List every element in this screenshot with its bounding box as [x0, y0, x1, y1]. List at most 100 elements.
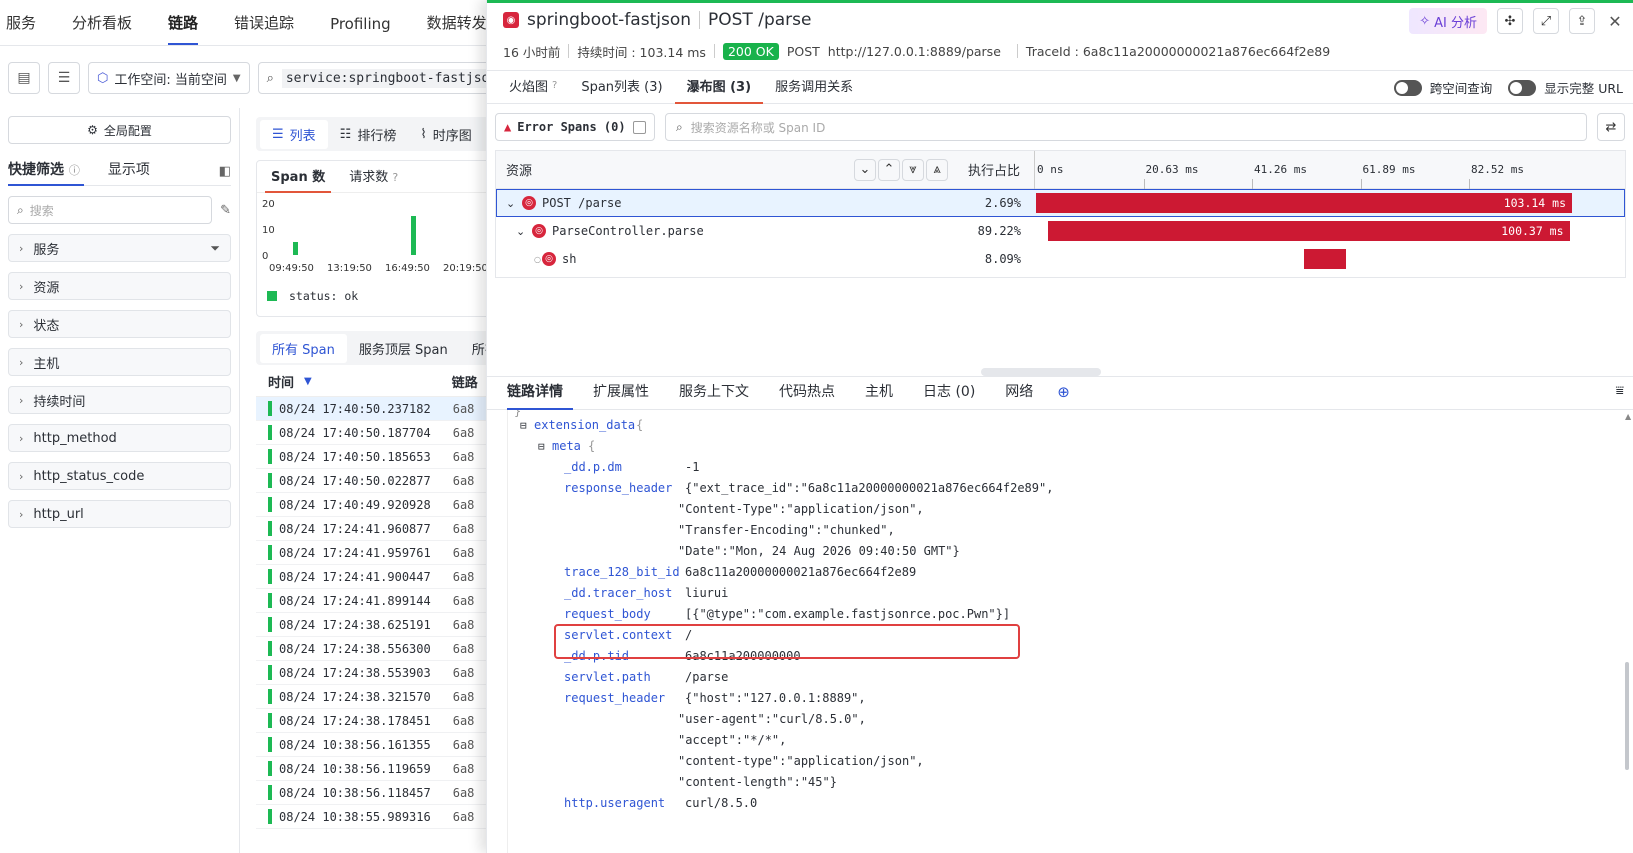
facet-duration[interactable]: › 持续时间: [8, 386, 231, 414]
table-row[interactable]: 08/24 17:24:41.960877 6a8: [256, 517, 490, 541]
full-url-toggle[interactable]: [1508, 79, 1537, 96]
tab-flamegraph[interactable]: 火焰图?: [497, 76, 569, 103]
tab-list[interactable]: ☰ 列表: [260, 119, 328, 149]
tab-request-count[interactable]: 请求数 ?: [343, 166, 404, 192]
table-row[interactable]: 08/24 17:24:38.625191 6a8: [256, 613, 490, 637]
table-row[interactable]: 08/24 17:40:50.022877 6a8: [256, 469, 490, 493]
expand-all-icon[interactable]: ⩔: [902, 158, 924, 181]
tab-all-spans[interactable]: 所有 Span: [260, 333, 347, 363]
table-row[interactable]: 08/24 10:38:55.989316 6a8: [256, 805, 490, 829]
topology-button[interactable]: ✣: [1497, 8, 1523, 34]
global-config-button[interactable]: ⚙ 全局配置: [8, 116, 231, 144]
facet-http-url[interactable]: › http_url: [8, 500, 231, 528]
facet-service[interactable]: › 服务 ⏷: [8, 234, 231, 262]
filter-clear-icon[interactable]: ⏷: [210, 241, 220, 256]
span-bar[interactable]: [1303, 249, 1346, 269]
add-tab-icon[interactable]: ⊕: [1053, 383, 1070, 409]
facet-resource[interactable]: › 资源: [8, 272, 231, 300]
nav-tab-data-forwarding[interactable]: 数据转发: [409, 12, 490, 45]
collapse-toggle-icon[interactable]: ⌄: [506, 197, 515, 210]
facet-http-status-code[interactable]: › http_status_code: [8, 462, 231, 490]
chart-bar[interactable]: [411, 216, 416, 255]
tab-ranking[interactable]: ☷ 排行榜: [328, 120, 409, 149]
span-bar[interactable]: 103.14 ms: [1036, 193, 1572, 213]
table-row[interactable]: 08/24 17:24:41.900447 6a8: [256, 565, 490, 589]
ai-analysis-button[interactable]: ✧ AI 分析: [1409, 8, 1487, 34]
table-row[interactable]: 08/24 17:40:49.920928 6a8: [256, 493, 490, 517]
filter-settings-button[interactable]: ⇄: [1597, 113, 1625, 141]
axis-tick: 41.26 ms: [1254, 163, 1307, 176]
table-row[interactable]: 08/24 17:24:38.321570 6a8: [256, 685, 490, 709]
save-query-button[interactable]: ▤: [8, 62, 40, 94]
tab-extended-attrs[interactable]: 扩展属性: [583, 381, 669, 409]
edit-icon[interactable]: ✎: [220, 203, 231, 218]
tab-service-map[interactable]: 服务调用关系: [763, 76, 865, 103]
chevron-up-icon[interactable]: ⌃: [878, 158, 900, 181]
detail-scrollbar[interactable]: ▲: [1623, 410, 1631, 853]
table-row[interactable]: 08/24 17:24:38.178451 6a8: [256, 709, 490, 733]
close-button[interactable]: ✕: [1605, 8, 1625, 34]
scroll-thumb[interactable]: [1625, 662, 1629, 770]
facet-search-input[interactable]: ⌕ 搜索: [8, 196, 213, 224]
nav-tab-traces[interactable]: 链路: [150, 12, 216, 45]
tab-waterfall[interactable]: 瀑布图 (3): [674, 76, 764, 104]
nav-tab-profiling[interactable]: Profiling: [312, 15, 409, 45]
tab-top-level-spans[interactable]: 服务顶层 Span: [347, 334, 460, 363]
span-bar[interactable]: 100.37 ms: [1047, 221, 1570, 241]
facet-http-method[interactable]: › http_method: [8, 424, 231, 452]
tab-display-items[interactable]: 显示项: [108, 159, 150, 185]
row-time: 08/24 17:24:41.960877: [279, 521, 431, 536]
fullscreen-button[interactable]: ⤢: [1533, 8, 1559, 34]
collapse-detail-icon[interactable]: ⩸: [1615, 383, 1624, 399]
table-row[interactable]: 08/24 17:40:50.187704 6a8: [256, 421, 490, 445]
tab-quick-filter[interactable]: 快捷筛选 ⓘ: [8, 159, 84, 186]
facet-status[interactable]: › 状态: [8, 310, 231, 338]
cross-workspace-toggle[interactable]: [1393, 79, 1422, 96]
nav-tab-services[interactable]: 服务: [0, 12, 54, 45]
tab-span-count[interactable]: Span 数: [265, 166, 332, 193]
span-search-input[interactable]: ⌕ 搜索资源名称或 Span ID: [665, 113, 1587, 141]
tab-code-hotspots[interactable]: 代码热点: [769, 381, 855, 409]
settings-button[interactable]: ☰: [48, 62, 80, 94]
tab-network[interactable]: 网络: [995, 381, 1053, 409]
table-row[interactable]: 08/24 17:24:41.899144 6a8: [256, 589, 490, 613]
collapse-icon[interactable]: ⊟: [538, 440, 545, 453]
error-spans-filter[interactable]: ▲ Error Spans (0): [495, 113, 655, 141]
query-search-input[interactable]: ⌕ service:springboot-fastjson: [257, 62, 490, 94]
sort-desc-icon[interactable]: ▼: [304, 376, 312, 387]
tab-service-context[interactable]: 服务上下文: [669, 381, 769, 409]
collapse-all-icon[interactable]: ⩓: [926, 158, 948, 181]
error-spans-checkbox[interactable]: [633, 120, 646, 134]
panel-resizer[interactable]: [981, 368, 1101, 376]
collapse-toggle-icon[interactable]: ⌄: [516, 225, 525, 238]
col-time[interactable]: 时间: [268, 372, 294, 391]
table-row[interactable]: 08/24 17:24:38.556300 6a8: [256, 637, 490, 661]
span-row[interactable]: ○ ◎ sh 8.09%: [496, 245, 1625, 273]
table-row[interactable]: 08/24 10:38:56.161355 6a8: [256, 733, 490, 757]
trace-id[interactable]: TraceId : 6a8c11a20000000021a876ec664f2e…: [1026, 44, 1330, 59]
tab-trace-detail[interactable]: 链路详情: [497, 381, 583, 410]
scroll-up-icon[interactable]: ▲: [1625, 412, 1631, 421]
col-trace[interactable]: 链路: [452, 372, 478, 391]
table-row[interactable]: 08/24 17:40:50.237182 6a8: [256, 397, 490, 421]
span-row[interactable]: ⌄ ◎ POST /parse 2.69% 103.14 ms: [496, 189, 1625, 217]
table-row[interactable]: 08/24 10:38:56.119659 6a8: [256, 757, 490, 781]
collapse-panel-icon[interactable]: ◧: [219, 164, 231, 179]
table-row[interactable]: 08/24 17:40:50.185653 6a8: [256, 445, 490, 469]
span-row[interactable]: ⌄ ◎ ParseController.parse 89.22% 100.37 ms: [496, 217, 1625, 245]
table-row[interactable]: 08/24 17:24:41.959761 6a8: [256, 541, 490, 565]
chevron-down-icon[interactable]: ⌄: [854, 158, 876, 181]
tab-logs[interactable]: 日志 (0): [913, 381, 995, 409]
workspace-select[interactable]: ⬡ 工作空间: 当前空间 ▼: [88, 62, 250, 94]
facet-host[interactable]: › 主机: [8, 348, 231, 376]
nav-tab-dashboards[interactable]: 分析看板: [54, 12, 150, 45]
table-row[interactable]: 08/24 10:38:56.118457 6a8: [256, 781, 490, 805]
chart-bar[interactable]: [293, 242, 298, 255]
table-row[interactable]: 08/24 17:24:38.553903 6a8: [256, 661, 490, 685]
tab-span-list[interactable]: Span列表 (3): [569, 76, 674, 103]
collapse-icon[interactable]: ⊟: [520, 419, 527, 432]
share-button[interactable]: ⇪: [1569, 8, 1595, 34]
nav-tab-error-tracking[interactable]: 错误追踪: [216, 12, 312, 45]
tab-timeseries[interactable]: ⌇ 时序图: [408, 120, 483, 149]
tab-host[interactable]: 主机: [855, 381, 913, 409]
